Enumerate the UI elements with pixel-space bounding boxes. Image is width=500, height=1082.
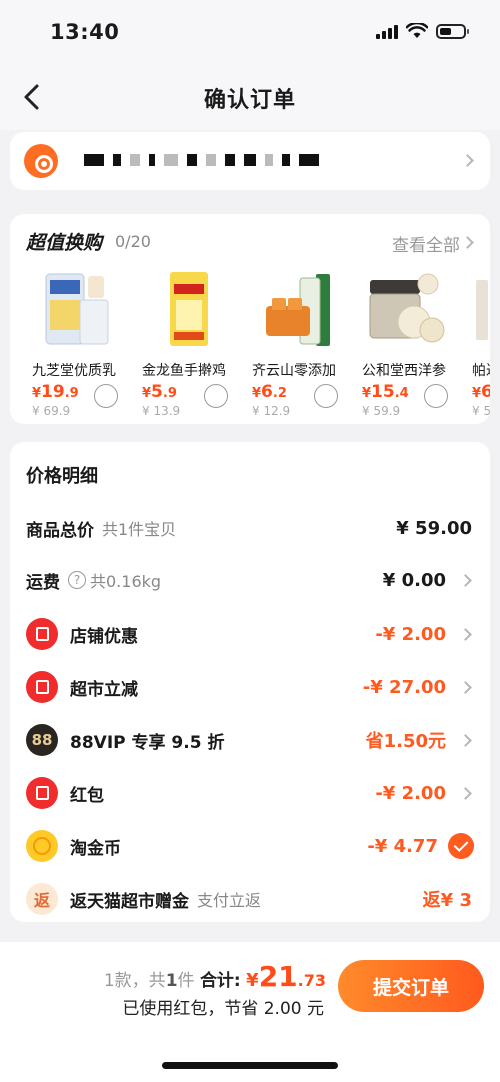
row-value: 返¥ 3 xyxy=(422,890,472,911)
row-label: 店铺优惠 xyxy=(70,626,138,647)
row-label: 淘金币 xyxy=(70,838,121,859)
deals-card: 超值换购 0/20 查看全部 九芝堂优质乳 ¥19.9 ¥ 69.9 金龙鱼手擀… xyxy=(10,214,490,424)
row-value: -¥ 4.77 xyxy=(367,835,438,857)
deal-select-radio[interactable] xyxy=(424,384,448,408)
deal-select-radio[interactable] xyxy=(94,384,118,408)
deal-item-old-price: ¥ 69.9 xyxy=(32,404,71,418)
deal-item-old-price: ¥ 59.9 xyxy=(362,404,401,418)
chevron-right-icon xyxy=(459,734,472,747)
row-taojinbi[interactable]: 淘金币 -¥ 4.77 xyxy=(26,826,474,866)
deals-title: 超值换购 xyxy=(26,232,103,254)
deal-item-name: 金龙鱼手擀鸡 xyxy=(142,363,226,379)
deal-item-name: 帕达 xyxy=(472,363,490,379)
battery-icon xyxy=(436,23,469,39)
deal-item-old-price: ¥ 5 xyxy=(472,404,490,418)
row-red-packet[interactable]: 红包 -¥ 2.00 xyxy=(26,773,474,813)
deal-item[interactable]: 公和堂西洋参 ¥15.4 ¥ 59.9 xyxy=(360,270,470,420)
row-sub: 共1件宝贝 xyxy=(102,520,177,539)
deals-count: 0/20 xyxy=(115,232,151,251)
order-summary: 1款，共1件 合计: ¥21.73 xyxy=(104,960,326,993)
chevron-right-icon xyxy=(459,681,472,694)
deal-item-name: 九芝堂优质乳 xyxy=(32,363,116,379)
deal-item-price: ¥5.9 xyxy=(142,382,177,402)
row-value: 省1.50元 xyxy=(365,731,446,752)
row-value: ¥ 0.00 xyxy=(382,569,446,591)
deal-item-name: 齐云山零添加 xyxy=(252,363,336,379)
vip-88-icon: 88 xyxy=(26,724,58,756)
row-label: 红包 xyxy=(70,785,104,806)
product-image xyxy=(146,270,232,350)
status-icons xyxy=(376,23,469,39)
submit-order-button[interactable]: 提交订单 xyxy=(338,960,484,1012)
row-label: 88VIP 专享 9.5 折 xyxy=(70,732,225,753)
row-sub: 支付立返 xyxy=(197,891,262,910)
address-redacted xyxy=(84,154,319,166)
address-card[interactable] xyxy=(10,132,490,190)
coupon-icon xyxy=(26,618,58,650)
status-bar: 13:40 xyxy=(0,0,500,64)
row-value: -¥ 2.00 xyxy=(375,623,446,645)
count-num: 1 xyxy=(165,971,178,991)
product-image xyxy=(36,270,122,350)
deal-item-old-price: ¥ 13.9 xyxy=(142,404,181,418)
product-image xyxy=(366,270,452,350)
count-unit: 件 xyxy=(177,971,195,991)
product-image xyxy=(256,270,342,350)
row-store-discount[interactable]: 店铺优惠 -¥ 2.00 xyxy=(26,614,474,654)
red-packet-icon xyxy=(26,777,58,809)
discount-icon xyxy=(26,671,58,703)
deal-item-price: ¥15.4 xyxy=(362,382,409,402)
product-image xyxy=(476,270,490,350)
nav-bar: 确认订单 xyxy=(0,64,500,130)
row-label: 返天猫超市赠金 xyxy=(70,891,189,912)
deal-item-price: ¥6 xyxy=(472,382,490,402)
cashback-icon: 返 xyxy=(26,883,58,915)
row-sub: 共0.16kg xyxy=(90,572,162,591)
row-88vip[interactable]: 88 88VIP 专享 9.5 折 省1.50元 xyxy=(26,720,474,760)
total-label: 合计: xyxy=(199,971,241,991)
wifi-icon xyxy=(406,23,428,38)
location-pin-icon xyxy=(24,144,58,178)
row-value: -¥ 2.00 xyxy=(375,782,446,804)
deal-item-price: ¥6.2 xyxy=(252,382,287,402)
row-cashback: 返 返天猫超市赠金 支付立返 返¥ 3 xyxy=(26,879,474,919)
deal-item-old-price: ¥ 12.9 xyxy=(252,404,291,418)
row-label: 超市立减 xyxy=(70,679,138,700)
chevron-right-icon xyxy=(461,236,474,249)
chevron-right-icon xyxy=(459,574,472,587)
price-detail-title: 价格明细 xyxy=(26,466,98,487)
row-value: -¥ 27.00 xyxy=(362,676,446,698)
view-all-link[interactable]: 查看全部 xyxy=(392,231,460,256)
count-label: 1款，共 xyxy=(103,971,166,991)
status-time: 13:40 xyxy=(50,20,120,44)
deal-item-name: 公和堂西洋参 xyxy=(362,363,446,379)
chevron-right-icon xyxy=(461,154,474,167)
row-label: 运费 xyxy=(26,572,60,593)
home-indicator xyxy=(162,1062,338,1069)
row-value: ¥ 59.00 xyxy=(396,517,472,539)
chevron-right-icon xyxy=(459,787,472,800)
deal-item[interactable]: 九芝堂优质乳 ¥19.9 ¥ 69.9 xyxy=(30,270,140,420)
saved-text: 已使用红包，节省 2.00 元 xyxy=(122,999,324,1019)
price-detail-card: 价格明细 商品总价 共1件宝贝 ¥ 59.00 运费 ? 共0.16kg ¥ 0… xyxy=(10,442,490,922)
row-supermarket-discount[interactable]: 超市立减 -¥ 27.00 xyxy=(26,667,474,707)
checkmark-icon[interactable] xyxy=(448,833,474,859)
deal-item-price: ¥19.9 xyxy=(32,382,79,402)
chevron-right-icon xyxy=(459,628,472,641)
row-item-total: 商品总价 共1件宝贝 ¥ 59.00 xyxy=(26,508,474,548)
deal-select-radio[interactable] xyxy=(204,384,228,408)
gold-coin-icon xyxy=(26,830,58,862)
deal-item[interactable]: 帕达 ¥6 ¥ 5 xyxy=(470,270,490,420)
page-title: 确认订单 xyxy=(203,88,296,113)
checkout-bar: 1款，共1件 合计: ¥21.73 已使用红包，节省 2.00 元 提交订单 xyxy=(0,942,500,1082)
signal-icon xyxy=(376,24,398,39)
deal-items-list: 九芝堂优质乳 ¥19.9 ¥ 69.9 金龙鱼手擀鸡 ¥5.9 ¥ 13.9 齐… xyxy=(30,270,490,420)
deal-select-radio[interactable] xyxy=(314,384,338,408)
row-shipping[interactable]: 运费 ? 共0.16kg ¥ 0.00 xyxy=(26,560,474,600)
deal-item[interactable]: 金龙鱼手擀鸡 ¥5.9 ¥ 13.9 xyxy=(140,270,250,420)
deal-item[interactable]: 齐云山零添加 ¥6.2 ¥ 12.9 xyxy=(250,270,360,420)
question-icon[interactable]: ? xyxy=(68,571,86,589)
total-amount: ¥21.73 xyxy=(246,960,326,993)
row-label: 商品总价 xyxy=(26,520,94,541)
